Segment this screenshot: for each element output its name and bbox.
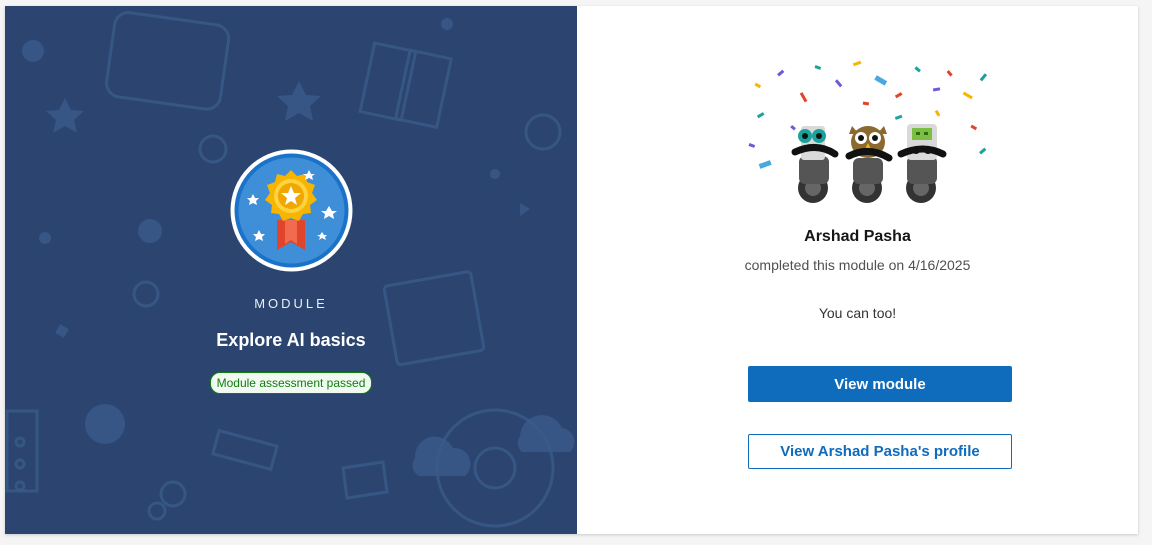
trophy-medal-icon <box>230 149 353 272</box>
celebrating-robots-illustration <box>748 60 988 203</box>
robot-right <box>897 124 947 203</box>
view-profile-button[interactable]: View Arshad Pasha's profile <box>748 434 1012 469</box>
owl-center <box>845 126 893 203</box>
completion-date-text: completed this module on 4/16/2025 <box>744 257 971 273</box>
module-hero-panel: MODULE Explore AI basics Module assessme… <box>5 6 577 534</box>
status-badge: Module assessment passed <box>209 372 373 394</box>
module-kicker: MODULE <box>254 296 328 311</box>
view-module-button[interactable]: View module <box>748 366 1012 402</box>
achievement-card: MODULE Explore AI basics Module assessme… <box>5 6 1138 534</box>
encouragement-text: You can too! <box>818 305 897 321</box>
robot-left <box>791 126 839 203</box>
status-badge-wrap: Module assessment passed <box>5 372 577 394</box>
module-title: Explore AI basics <box>216 330 366 350</box>
user-name: Arshad Pasha <box>804 228 911 245</box>
completion-panel: Arshad Pasha completed this module on 4/… <box>577 6 1138 534</box>
